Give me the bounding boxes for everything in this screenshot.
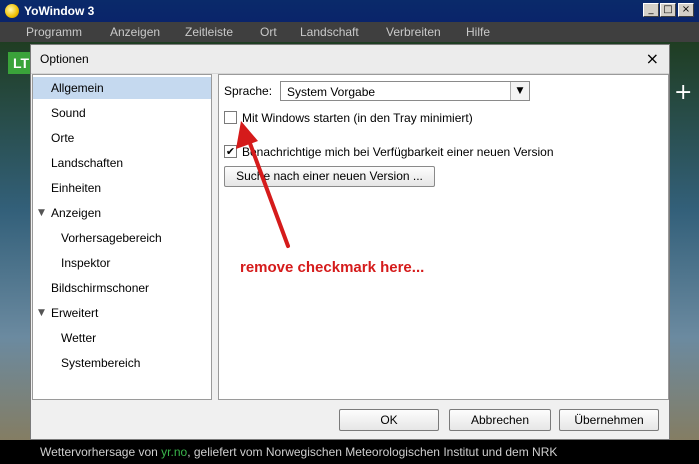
nav-item-allgemein[interactable]: Allgemein <box>33 77 211 99</box>
app-footer: Wettervorhersage von yr.no, geliefert vo… <box>0 440 699 464</box>
menu-ort[interactable]: Ort <box>260 25 277 39</box>
check-version-button[interactable]: Suche nach einer neuen Version ... <box>224 166 435 187</box>
nav-item-anzeigen[interactable]: ▼ Anzeigen <box>33 202 211 224</box>
menu-verbreiten[interactable]: Verbreiten <box>386 25 441 39</box>
chevron-down-icon[interactable]: ▼ <box>38 302 45 324</box>
nav-item-label: Anzeigen <box>51 206 102 220</box>
dialog-title: Optionen <box>40 52 89 66</box>
language-value: System Vorgabe <box>287 85 376 99</box>
minimize-button[interactable]: _ <box>643 3 659 17</box>
nav-item-einheiten[interactable]: Einheiten <box>33 177 211 199</box>
nav-item-label: Systembereich <box>61 356 141 370</box>
ok-button[interactable]: OK <box>339 409 439 431</box>
footer-prefix: Wettervorhersage von <box>40 445 162 459</box>
nav-item-label: Vorhersagebereich <box>61 231 162 245</box>
nav-item-label: Allgemein <box>51 81 104 95</box>
footer-text: Wettervorhersage von yr.no, geliefert vo… <box>40 445 557 459</box>
maximize-button[interactable]: □ <box>660 3 676 17</box>
nav-item-label: Wetter <box>61 331 97 345</box>
options-dialog: Optionen × Allgemein Sound Orte Landscha… <box>30 44 670 440</box>
menu-hilfe[interactable]: Hilfe <box>466 25 490 39</box>
plus-icon[interactable]: + <box>674 80 692 105</box>
close-icon[interactable]: × <box>646 49 659 68</box>
general-settings-panel: Sprache: System Vorgabe ▼ Mit Windows st… <box>218 74 669 400</box>
language-select[interactable]: System Vorgabe ▼ <box>280 81 530 101</box>
start-with-windows-label[interactable]: Mit Windows starten (in den Tray minimie… <box>242 111 473 125</box>
nav-item-sound[interactable]: Sound <box>33 102 211 124</box>
dialog-titlebar[interactable]: Optionen × <box>31 45 669 74</box>
nav-item-label: Landschaften <box>51 156 124 170</box>
nav-item-vorhersagebereich[interactable]: Vorhersagebereich <box>33 227 211 249</box>
notify-new-version-checkbox[interactable]: ✔ <box>224 145 237 158</box>
menu-landschaft[interactable]: Landschaft <box>300 25 359 39</box>
app-titlebar[interactable]: YoWindow 3 _ □ × <box>0 0 699 22</box>
chevron-down-icon[interactable]: ▼ <box>510 82 529 100</box>
close-window-button[interactable]: × <box>678 3 694 17</box>
menu-programm[interactable]: Programm <box>26 25 82 39</box>
cancel-button[interactable]: Abbrechen <box>449 409 551 431</box>
menu-zeitleiste[interactable]: Zeitleiste <box>185 25 233 39</box>
nav-item-label: Sound <box>51 106 86 120</box>
footer-suffix: , geliefert vom Norwegischen Meteorologi… <box>187 445 558 459</box>
nav-item-orte[interactable]: Orte <box>33 127 211 149</box>
start-with-windows-checkbox[interactable] <box>224 111 237 124</box>
notify-new-version-label[interactable]: Benachrichtige mich bei Verfügbarkeit ei… <box>242 145 554 159</box>
menu-anzeigen[interactable]: Anzeigen <box>110 25 160 39</box>
nav-item-wetter[interactable]: Wetter <box>33 327 211 349</box>
nav-item-inspektor[interactable]: Inspektor <box>33 252 211 274</box>
nav-item-label: Orte <box>51 131 75 145</box>
footer-link[interactable]: yr.no <box>161 445 187 459</box>
menu-bar: Programm Anzeigen Zeitleiste Ort Landsch… <box>0 22 699 42</box>
nav-item-systembereich[interactable]: Systembereich <box>33 352 211 374</box>
nav-item-label: Bildschirmschoner <box>51 281 150 295</box>
app-title: YoWindow 3 <box>24 4 95 18</box>
nav-item-bildschirmschoner[interactable]: Bildschirmschoner <box>33 277 211 299</box>
options-nav: Allgemein Sound Orte Landschaften Einhei… <box>32 74 212 400</box>
nav-item-landschaften[interactable]: Landschaften <box>33 152 211 174</box>
nav-item-erweitert[interactable]: ▼ Erweitert <box>33 302 211 324</box>
nav-item-label: Inspektor <box>61 256 111 270</box>
sun-icon <box>5 4 19 18</box>
nav-item-label: Erweitert <box>51 306 99 320</box>
language-label: Sprache: <box>224 84 273 98</box>
nav-item-label: Einheiten <box>51 181 102 195</box>
annotation-text: remove checkmark here... <box>240 259 425 276</box>
chevron-down-icon[interactable]: ▼ <box>38 202 45 224</box>
apply-button[interactable]: Übernehmen <box>559 409 659 431</box>
